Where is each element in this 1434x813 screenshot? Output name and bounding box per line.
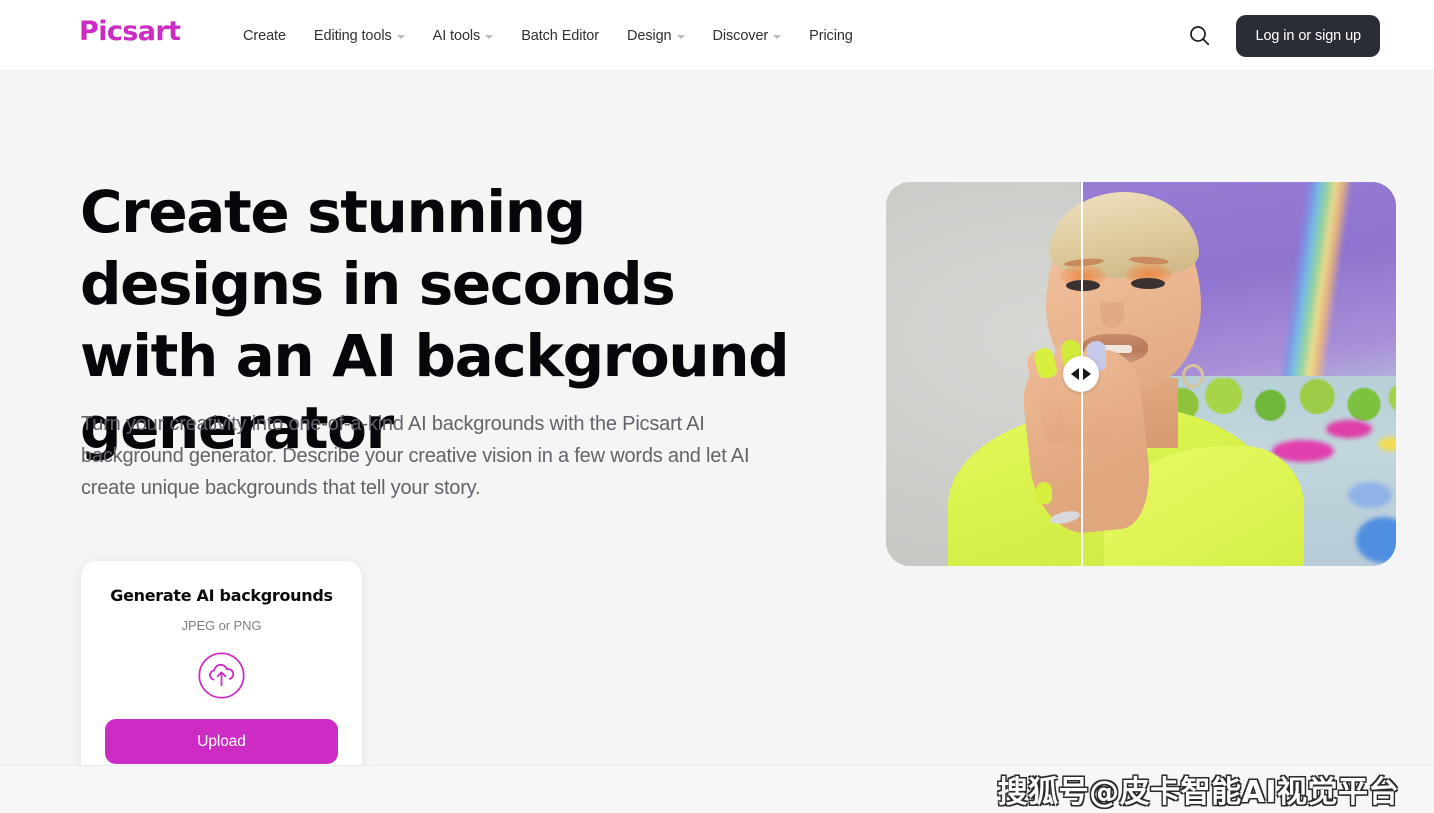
nav-item-batch-editor[interactable]: Batch Editor — [521, 28, 599, 44]
chevron-down-icon — [485, 34, 494, 39]
nav-label: Design — [626, 27, 672, 44]
header-actions: Log in or sign up — [1182, 0, 1434, 71]
nav-label: Create — [243, 27, 286, 44]
nav-item-ai-tools[interactable]: AI tools — [433, 28, 494, 44]
hero-description: Turn your creativity into one-of-a-kind … — [81, 413, 750, 499]
nav-item-design[interactable]: Design — [627, 28, 685, 44]
nav-label: Pricing — [809, 27, 853, 44]
search-icon[interactable] — [1182, 19, 1216, 53]
nav-label: Batch Editor — [521, 27, 599, 44]
arrow-right-icon — [1082, 368, 1091, 380]
fingernail — [1036, 482, 1052, 504]
login-signup-button[interactable]: Log in or sign up — [1236, 14, 1380, 57]
nav-item-pricing[interactable]: Pricing — [809, 28, 853, 44]
cloud-upload-icon[interactable] — [198, 652, 245, 699]
hoop-earring — [1182, 364, 1204, 388]
nav-item-editing-tools[interactable]: Editing tools — [314, 28, 405, 44]
site-header: Picsart Create Editing tools AI tools Ba… — [0, 0, 1434, 71]
chevron-down-icon — [676, 34, 685, 39]
hero-section: Create stunning designs in seconds with … — [0, 71, 1434, 813]
before-after-comparison[interactable] — [886, 182, 1396, 566]
upload-card-title: Generate AI backgrounds — [110, 586, 333, 605]
chevron-down-icon — [773, 34, 782, 39]
portrait-subject — [886, 182, 1396, 566]
eye — [1131, 278, 1165, 289]
main-navigation: Create Editing tools AI tools Batch Edit… — [243, 0, 853, 71]
page-root: Picsart Create Editing tools AI tools Ba… — [0, 0, 1434, 813]
nav-label: AI tools — [432, 27, 481, 44]
comparison-slider-handle[interactable] — [1062, 356, 1099, 392]
watermark-text: 搜狐号@皮卡智能AI视觉平台 — [997, 775, 1399, 810]
picsart-logo[interactable]: Picsart — [79, 18, 181, 46]
nose — [1100, 302, 1124, 328]
nav-label: Editing tools — [313, 27, 392, 44]
nav-label: Discover — [712, 27, 769, 44]
chevron-down-icon — [396, 34, 405, 39]
upload-card-formats: JPEG or PNG — [181, 618, 262, 633]
nav-item-create[interactable]: Create — [243, 28, 286, 44]
nav-item-discover[interactable]: Discover — [713, 28, 782, 44]
arrow-left-icon — [1070, 368, 1079, 380]
upload-button[interactable]: Upload — [105, 719, 338, 764]
